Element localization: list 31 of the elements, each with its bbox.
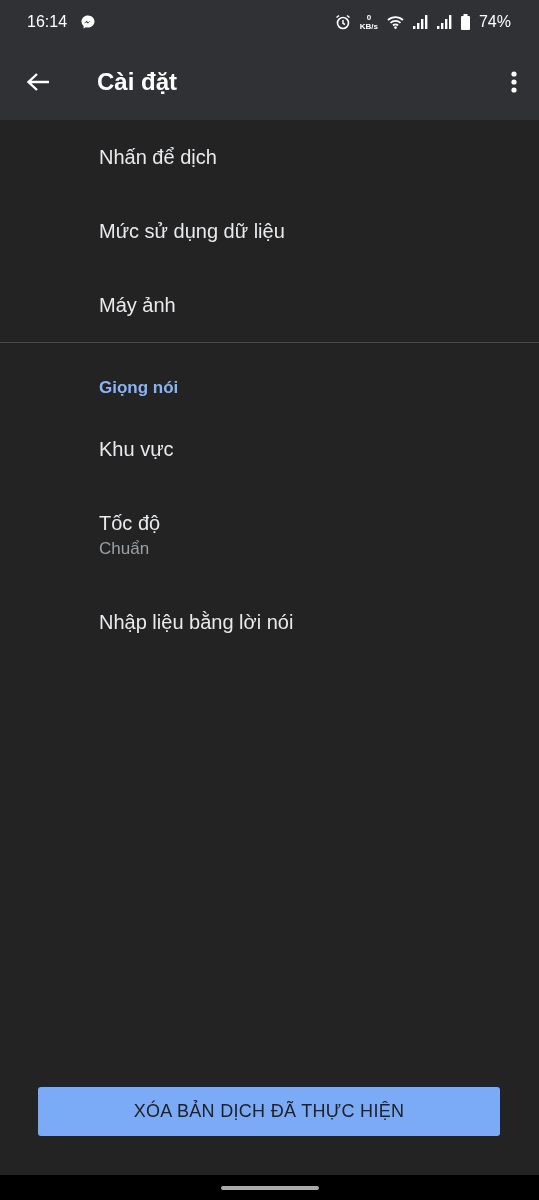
battery-icon — [460, 14, 470, 30]
clear-translations-button[interactable]: XÓA BẢN DỊCH ĐÃ THỰC HIỆN — [38, 1087, 500, 1136]
settings-item-title: Máy ảnh — [99, 293, 176, 317]
signal-icon — [412, 15, 428, 29]
section-header: Giọng nói — [98, 377, 180, 399]
clock-time: 16:14 — [27, 13, 68, 31]
back-arrow-icon — [26, 72, 50, 92]
settings-item-title: Tốc độ — [99, 511, 161, 535]
more-options-button[interactable] — [511, 71, 517, 93]
settings-item-title: Mức sử dụng dữ liệu — [99, 219, 285, 243]
settings-item[interactable]: Nhấn để dịch — [0, 120, 539, 194]
battery-percentage: 74% — [478, 13, 511, 31]
settings-item[interactable]: Tốc độ Chuẩn — [0, 486, 539, 585]
settings-item-title: Nhập liệu bằng lời nói — [99, 610, 294, 634]
network-speed: 0 — [366, 13, 372, 22]
page-title: Cài đặt — [97, 68, 178, 96]
wifi-icon — [386, 15, 404, 29]
settings-item[interactable]: Máy ảnh — [0, 268, 539, 342]
menu-icon — [511, 71, 517, 93]
network-speed-unit: KB/s — [359, 22, 378, 31]
settings-item-title: Nhấn để dịch — [99, 145, 217, 169]
settings-item-title: Khu vực — [99, 437, 174, 461]
messenger-icon — [81, 15, 96, 29]
settings-item[interactable]: Mức sử dụng dữ liệu — [0, 194, 539, 268]
back-button[interactable] — [26, 72, 50, 92]
alarm-clock-icon — [334, 14, 351, 30]
settings-item-value: Chuẩn — [99, 539, 150, 559]
settings-item[interactable]: Khu vực — [0, 412, 539, 486]
home-handle[interactable] — [220, 1185, 319, 1190]
settings-item[interactable]: Nhập liệu bằng lời nói — [0, 585, 539, 659]
signal-icon — [436, 15, 452, 29]
